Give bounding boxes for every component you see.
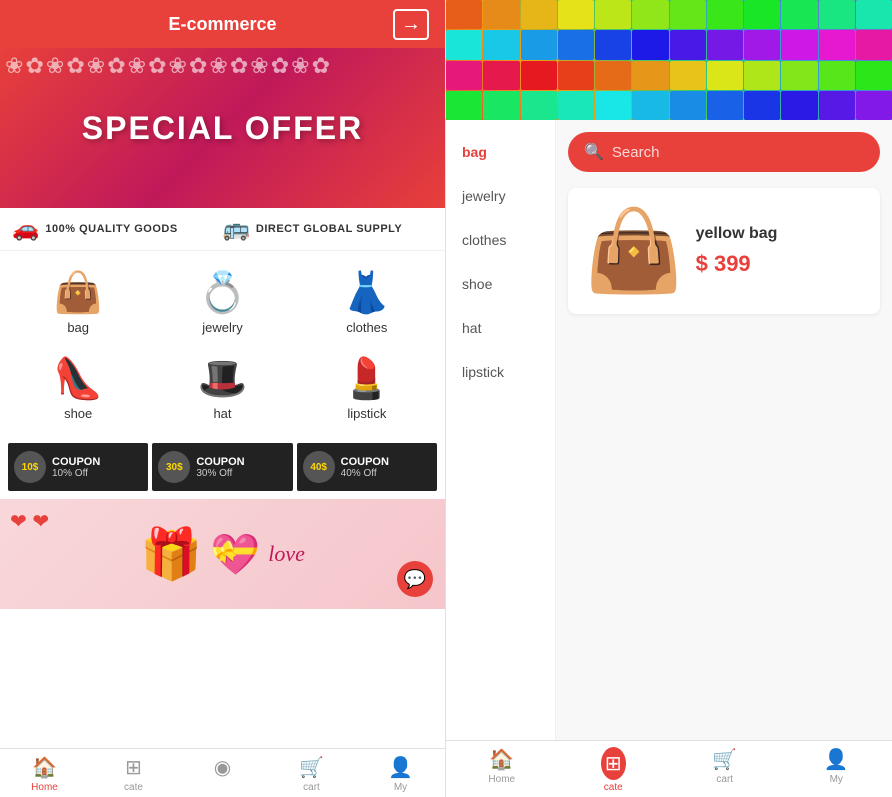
jewelry-label: jewelry <box>202 320 242 335</box>
login-icon[interactable]: → <box>393 9 429 40</box>
center-icon: ◉ <box>214 755 231 780</box>
coupon-10[interactable]: 10$ COUPON 10% Off <box>8 443 148 491</box>
right-cart-icon: 🛒 <box>712 747 737 772</box>
promo-content: 🎁 💝 love <box>140 525 305 584</box>
promo-image: ❤ ❤ 🎁 💝 love 💬 <box>0 499 445 609</box>
banner-text: SPECIAL OFFER <box>82 110 363 147</box>
clothes-icon: 👗 <box>342 269 392 316</box>
search-bar[interactable]: 🔍 <box>568 132 880 172</box>
category-hat[interactable]: 🎩 hat <box>152 347 292 429</box>
gift-icon: 🎁 <box>140 525 202 584</box>
coupon-30[interactable]: 30$ COUPON 30% Off <box>152 443 292 491</box>
jewelry-icon: 💍 <box>198 269 248 316</box>
right-my-label: My <box>830 774 843 785</box>
right-cate-label: cate <box>604 782 623 793</box>
quality-info: 🚗 100% QUALITY GOODS <box>12 216 223 242</box>
lipstick-label: lipstick <box>347 406 386 421</box>
love-text: love <box>268 541 305 567</box>
sidebar-cat-jewelry[interactable]: jewelry <box>446 174 555 218</box>
bus-icon: 🚌 <box>223 216 250 242</box>
coupon-circle-30: 30$ <box>158 451 190 483</box>
home-icon: 🏠 <box>32 755 57 780</box>
category-bag[interactable]: 👜 bag <box>8 261 148 343</box>
right-nav-my[interactable]: 👤 My <box>781 741 892 797</box>
product-card[interactable]: 👜 yellow bag $ 399 <box>568 188 880 314</box>
shoe-icon: 👠 <box>53 355 103 402</box>
promo-hearts: ❤ ❤ <box>10 509 49 534</box>
coupon-40[interactable]: 40$ COUPON 40% Off <box>297 443 437 491</box>
lipstick-icon: 💄 <box>342 355 392 402</box>
nav-home-label: Home <box>31 782 58 793</box>
category-lipstick[interactable]: 💄 lipstick <box>297 347 437 429</box>
search-icon: 🔍 <box>584 142 604 162</box>
nav-cate-label: cate <box>124 782 143 793</box>
hat-label: hat <box>213 406 231 421</box>
left-panel: E-commerce → ❀✿❀✿ ❀✿❀✿ ❀✿❀✿ ❀✿❀✿ SPECIAL… <box>0 0 446 797</box>
nav-home[interactable]: 🏠 Home <box>0 749 89 797</box>
hat-icon: 🎩 <box>198 355 248 402</box>
cate-icon: ⊞ <box>125 755 142 780</box>
bag-label: bag <box>67 320 89 335</box>
coupon-circle-40: 40$ <box>303 451 335 483</box>
car-icon: 🚗 <box>12 216 39 242</box>
coupon-text-40: COUPON 40% Off <box>341 456 389 479</box>
right-cate-icon: ⊞ <box>601 747 626 780</box>
special-offer-banner: ❀✿❀✿ ❀✿❀✿ ❀✿❀✿ ❀✿❀✿ SPECIAL OFFER <box>0 48 445 208</box>
right-user-icon: 👤 <box>824 747 849 772</box>
coupon-text-30: COUPON 30% Off <box>196 456 244 479</box>
search-input[interactable] <box>612 144 864 161</box>
right-panel: bag jewelry clothes shoe hat lipstick 🔍 … <box>446 0 892 797</box>
app-title: E-commerce <box>168 14 276 35</box>
product-info: yellow bag $ 399 <box>696 225 864 277</box>
coupon-text-10: COUPON 10% Off <box>52 456 100 479</box>
category-jewelry[interactable]: 💍 jewelry <box>152 261 292 343</box>
supply-info: 🚌 DIRECT GLOBAL SUPPLY <box>223 216 434 242</box>
right-cart-label: cart <box>716 774 733 785</box>
app-header: E-commerce → <box>0 0 445 48</box>
product-image: 👜 <box>584 204 684 298</box>
nav-cate[interactable]: ⊞ cate <box>89 749 178 797</box>
right-nav-cate[interactable]: ⊞ cate <box>558 741 670 797</box>
sidebar-cat-hat[interactable]: hat <box>446 306 555 350</box>
supply-text: DIRECT GLOBAL SUPPLY <box>256 223 402 235</box>
right-content: bag jewelry clothes shoe hat lipstick 🔍 … <box>446 120 892 740</box>
shoe-label: shoe <box>64 406 92 421</box>
user-icon: 👤 <box>388 755 413 780</box>
coupons-section: 10$ COUPON 10% Off 30$ COUPON 30% Off 40… <box>0 439 445 495</box>
sidebar-cat-lipstick[interactable]: lipstick <box>446 350 555 394</box>
quality-text: 100% QUALITY GOODS <box>45 223 177 235</box>
bag-icon: 👜 <box>53 269 103 316</box>
nav-cart-label: cart <box>303 782 320 793</box>
right-nav-home[interactable]: 🏠 Home <box>446 741 558 797</box>
category-sidebar: bag jewelry clothes shoe hat lipstick <box>446 120 556 740</box>
clothes-label: clothes <box>346 320 387 335</box>
nav-center[interactable]: ◉ <box>178 749 267 797</box>
sidebar-cat-clothes[interactable]: clothes <box>446 218 555 262</box>
right-home-icon: 🏠 <box>489 747 514 772</box>
right-nav-cart[interactable]: 🛒 cart <box>669 741 781 797</box>
info-bar: 🚗 100% QUALITY GOODS 🚌 DIRECT GLOBAL SUP… <box>0 208 445 251</box>
categories-grid: 👜 bag 💍 jewelry 👗 clothes 👠 shoe 🎩 hat 💄… <box>0 251 445 439</box>
right-home-label: Home <box>488 774 515 785</box>
sidebar-cat-bag[interactable]: bag <box>446 130 555 174</box>
product-name: yellow bag <box>696 225 864 243</box>
right-bottom-nav: 🏠 Home ⊞ cate 🛒 cart 👤 My <box>446 740 892 797</box>
category-clothes[interactable]: 👗 clothes <box>297 261 437 343</box>
sidebar-cat-shoe[interactable]: shoe <box>446 262 555 306</box>
nav-my-label: My <box>394 782 407 793</box>
cart-icon: 🛒 <box>299 755 324 780</box>
product-area: 🔍 👜 yellow bag $ 399 <box>556 120 892 740</box>
chat-icon[interactable]: 💬 <box>397 561 433 597</box>
product-price: $ 399 <box>696 251 864 277</box>
heart-box-icon: 💝 <box>210 531 260 578</box>
category-shoe[interactable]: 👠 shoe <box>8 347 148 429</box>
nav-my[interactable]: 👤 My <box>356 749 445 797</box>
coupon-circle-10: 10$ <box>14 451 46 483</box>
nav-cart[interactable]: 🛒 cart <box>267 749 356 797</box>
left-bottom-nav: 🏠 Home ⊞ cate ◉ 🛒 cart 👤 My <box>0 748 445 797</box>
mosaic-banner <box>446 0 892 120</box>
